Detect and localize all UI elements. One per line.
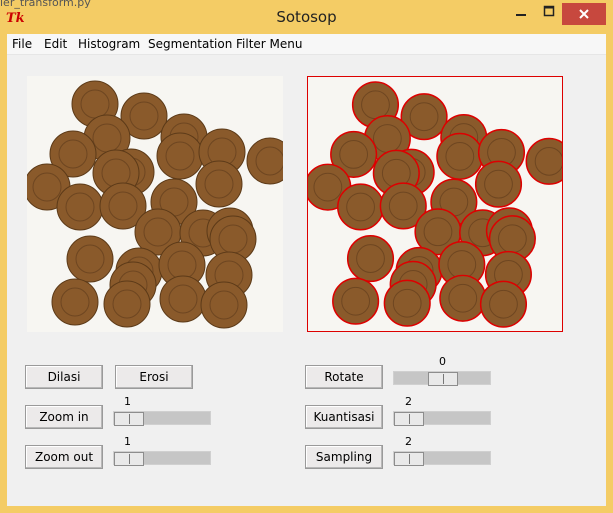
coin [525, 137, 562, 185]
sampling-slider[interactable] [393, 451, 491, 466]
kuantisasi-slider-handle[interactable] [394, 412, 424, 426]
menu-file[interactable]: File [12, 37, 32, 51]
zoom-in-slider[interactable] [113, 411, 211, 426]
menu-segmentation[interactable]: Segmentation [148, 37, 232, 51]
coin [439, 274, 487, 322]
minimize-icon [516, 14, 526, 16]
sampling-button[interactable]: Sampling [305, 445, 383, 469]
coin [51, 278, 99, 326]
dilasi-button[interactable]: Dilasi [25, 365, 103, 389]
coin [195, 160, 243, 208]
minimize-button[interactable] [503, 0, 539, 22]
kuantisasi-slider-value: 2 [405, 395, 412, 408]
original-coins-image [27, 76, 283, 332]
window-frame-left [0, 34, 7, 513]
coin [479, 280, 528, 328]
close-button[interactable] [562, 3, 606, 25]
rotate-slider-handle[interactable] [428, 372, 458, 386]
rotate-slider[interactable] [393, 371, 491, 386]
segmented-coins-image [307, 76, 563, 332]
zoom-out-slider[interactable] [113, 451, 211, 466]
coin [156, 132, 204, 180]
coin [103, 280, 151, 328]
coin [246, 137, 283, 185]
maximize-button[interactable] [537, 0, 561, 22]
kuantisasi-slider[interactable] [393, 411, 491, 426]
sampling-slider-value: 2 [405, 435, 412, 448]
coin [332, 277, 380, 325]
window-frame-right [606, 34, 613, 513]
window-frame-bottom [0, 506, 613, 513]
coin [200, 281, 248, 329]
coin [436, 132, 484, 180]
menu-edit[interactable]: Edit [44, 37, 67, 51]
zoom-in-slider-value: 1 [124, 395, 131, 408]
rotate-slider-value: 0 [439, 355, 446, 368]
zoom-in-slider-handle[interactable] [114, 412, 144, 426]
title-bar: ier_transform.py Tk Sotosop [0, 0, 613, 34]
coin [56, 183, 104, 231]
zoom-out-button[interactable]: Zoom out [25, 445, 103, 469]
coin [66, 235, 114, 283]
menu-histogram[interactable]: Histogram [78, 37, 140, 51]
menu-bar: File Edit Histogram Segmentation Filter … [7, 34, 606, 55]
close-icon [579, 9, 589, 19]
erosi-button[interactable]: Erosi [115, 365, 193, 389]
coin [346, 235, 395, 283]
menu-filter[interactable]: Filter Menu [236, 37, 302, 51]
coin [474, 160, 523, 208]
zoom-out-slider-value: 1 [124, 435, 131, 448]
coin [337, 183, 385, 231]
rotate-button[interactable]: Rotate [305, 365, 383, 389]
zoom-in-button[interactable]: Zoom in [25, 405, 103, 429]
sampling-slider-handle[interactable] [394, 452, 424, 466]
kuantisasi-button[interactable]: Kuantisasi [305, 405, 383, 429]
coin [159, 275, 207, 323]
coin [383, 279, 431, 327]
zoom-out-slider-handle[interactable] [114, 452, 144, 466]
maximize-icon [543, 5, 555, 17]
